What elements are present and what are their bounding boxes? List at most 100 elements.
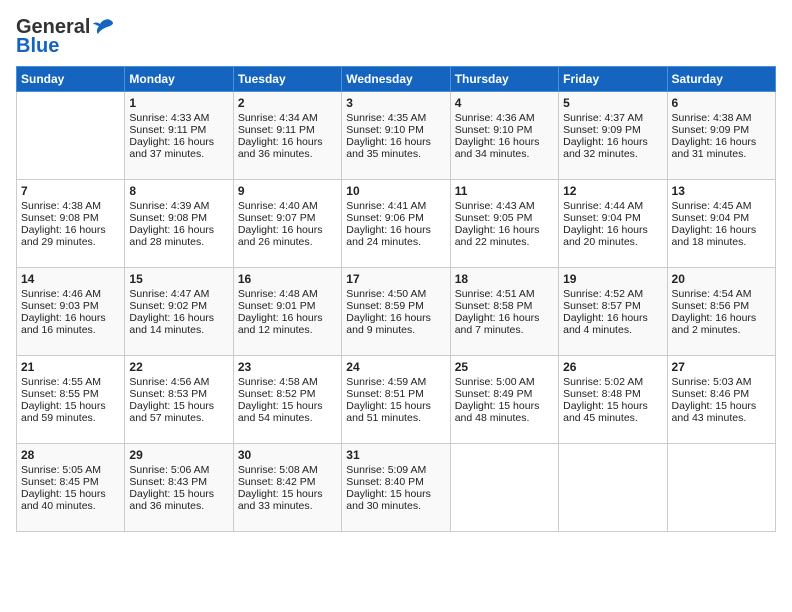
day-number: 6 <box>672 96 771 110</box>
sunrise-text: Sunrise: 4:59 AM <box>346 376 445 388</box>
sunrise-text: Sunrise: 4:43 AM <box>455 200 554 212</box>
sunrise-text: Sunrise: 4:56 AM <box>129 376 228 388</box>
day-number: 25 <box>455 360 554 374</box>
sunset-text: Sunset: 9:01 PM <box>238 300 337 312</box>
day-number: 23 <box>238 360 337 374</box>
sunset-text: Sunset: 9:02 PM <box>129 300 228 312</box>
page-header: General Blue <box>16 16 776 58</box>
sunset-text: Sunset: 9:08 PM <box>21 212 120 224</box>
calendar-cell: 29Sunrise: 5:06 AMSunset: 8:43 PMDayligh… <box>125 444 233 532</box>
calendar-header-row: SundayMondayTuesdayWednesdayThursdayFrid… <box>17 67 776 92</box>
calendar-table: SundayMondayTuesdayWednesdayThursdayFrid… <box>16 66 776 532</box>
day-number: 24 <box>346 360 445 374</box>
day-number: 29 <box>129 448 228 462</box>
daylight-text: Daylight: 16 hours and 37 minutes. <box>129 136 228 160</box>
daylight-text: Daylight: 15 hours and 45 minutes. <box>563 400 662 424</box>
calendar-week-3: 14Sunrise: 4:46 AMSunset: 9:03 PMDayligh… <box>17 268 776 356</box>
sunset-text: Sunset: 9:11 PM <box>129 124 228 136</box>
sunrise-text: Sunrise: 4:41 AM <box>346 200 445 212</box>
daylight-text: Daylight: 16 hours and 26 minutes. <box>238 224 337 248</box>
daylight-text: Daylight: 16 hours and 22 minutes. <box>455 224 554 248</box>
daylight-text: Daylight: 16 hours and 18 minutes. <box>672 224 771 248</box>
sunset-text: Sunset: 9:09 PM <box>563 124 662 136</box>
day-number: 12 <box>563 184 662 198</box>
daylight-text: Daylight: 16 hours and 16 minutes. <box>21 312 120 336</box>
day-number: 14 <box>21 272 120 286</box>
calendar-cell: 24 Sunrise: 4:59 AMSunset: 8:51 PMDayligh… <box>342 356 450 444</box>
day-number: 5 <box>563 96 662 110</box>
day-number: 4 <box>455 96 554 110</box>
daylight-text: Daylight: 15 hours and 43 minutes. <box>672 400 771 424</box>
logo-blue-text: Blue <box>16 35 59 58</box>
sunrise-text: Sunrise: 4:51 AM <box>455 288 554 300</box>
day-number: 8 <box>129 184 228 198</box>
daylight-text: Daylight: 16 hours and 20 minutes. <box>563 224 662 248</box>
day-number: 9 <box>238 184 337 198</box>
calendar-cell: 23Sunrise: 4:58 AMSunset: 8:52 PMDayligh… <box>233 356 341 444</box>
calendar-cell: 27 Sunrise: 5:03 AMSunset: 8:46 PMDayligh… <box>667 356 775 444</box>
daylight-text: Daylight: 15 hours and 48 minutes. <box>455 400 554 424</box>
logo: General Blue <box>16 16 114 58</box>
sunrise-text: Sunrise: 4:38 AM <box>672 112 771 124</box>
calendar-cell: 20Sunrise: 4:54 AMSunset: 8:56 PMDayligh… <box>667 268 775 356</box>
daylight-text: Daylight: 16 hours and 14 minutes. <box>129 312 228 336</box>
calendar-cell <box>17 92 125 180</box>
sunrise-text: Sunrise: 4:40 AM <box>238 200 337 212</box>
day-number: 2 <box>238 96 337 110</box>
sunrise-text: Sunrise: 4:54 AM <box>672 288 771 300</box>
sunset-text: Sunset: 9:11 PM <box>238 124 337 136</box>
daylight-text: Daylight: 15 hours and 51 minutes. <box>346 400 445 424</box>
daylight-text: Daylight: 15 hours and 33 minutes. <box>238 488 337 512</box>
daylight-text: Daylight: 16 hours and 12 minutes. <box>238 312 337 336</box>
sunset-text: Sunset: 8:55 PM <box>21 388 120 400</box>
daylight-text: Daylight: 15 hours and 54 minutes. <box>238 400 337 424</box>
sunrise-text: Sunrise: 4:55 AM <box>21 376 120 388</box>
sunrise-text: Sunrise: 4:39 AM <box>129 200 228 212</box>
calendar-cell: 7Sunrise: 4:38 AMSunset: 9:08 PMDaylight… <box>17 180 125 268</box>
sunrise-text: Sunrise: 5:09 AM <box>346 464 445 476</box>
sunset-text: Sunset: 8:49 PM <box>455 388 554 400</box>
daylight-text: Daylight: 15 hours and 57 minutes. <box>129 400 228 424</box>
calendar-cell: 6Sunrise: 4:38 AMSunset: 9:09 PMDaylight… <box>667 92 775 180</box>
sunrise-text: Sunrise: 5:05 AM <box>21 464 120 476</box>
sunset-text: Sunset: 8:48 PM <box>563 388 662 400</box>
day-number: 11 <box>455 184 554 198</box>
day-number: 13 <box>672 184 771 198</box>
calendar-cell: 9Sunrise: 4:40 AMSunset: 9:07 PMDaylight… <box>233 180 341 268</box>
calendar-cell: 4Sunrise: 4:36 AMSunset: 9:10 PMDaylight… <box>450 92 558 180</box>
daylight-text: Daylight: 16 hours and 34 minutes. <box>455 136 554 160</box>
sunset-text: Sunset: 8:42 PM <box>238 476 337 488</box>
daylight-text: Daylight: 16 hours and 4 minutes. <box>563 312 662 336</box>
calendar-cell <box>450 444 558 532</box>
sunrise-text: Sunrise: 5:03 AM <box>672 376 771 388</box>
sunset-text: Sunset: 8:46 PM <box>672 388 771 400</box>
header-cell-saturday: Saturday <box>667 67 775 92</box>
sunset-text: Sunset: 9:06 PM <box>346 212 445 224</box>
day-number: 26 <box>563 360 662 374</box>
daylight-text: Daylight: 16 hours and 35 minutes. <box>346 136 445 160</box>
day-number: 18 <box>455 272 554 286</box>
calendar-cell: 3Sunrise: 4:35 AMSunset: 9:10 PMDaylight… <box>342 92 450 180</box>
sunset-text: Sunset: 8:58 PM <box>455 300 554 312</box>
sunset-text: Sunset: 9:08 PM <box>129 212 228 224</box>
calendar-cell <box>559 444 667 532</box>
calendar-cell: 15Sunrise: 4:47 AMSunset: 9:02 PMDayligh… <box>125 268 233 356</box>
sunrise-text: Sunrise: 4:44 AM <box>563 200 662 212</box>
header-cell-monday: Monday <box>125 67 233 92</box>
calendar-cell: 21Sunrise: 4:55 AMSunset: 8:55 PMDayligh… <box>17 356 125 444</box>
sunrise-text: Sunrise: 4:46 AM <box>21 288 120 300</box>
calendar-cell: 5Sunrise: 4:37 AMSunset: 9:09 PMDaylight… <box>559 92 667 180</box>
calendar-cell: 25Sunrise: 5:00 AMSunset: 8:49 PMDayligh… <box>450 356 558 444</box>
sunset-text: Sunset: 8:57 PM <box>563 300 662 312</box>
day-number: 1 <box>129 96 228 110</box>
day-number: 7 <box>21 184 120 198</box>
sunrise-text: Sunrise: 5:02 AM <box>563 376 662 388</box>
calendar-cell: 22Sunrise: 4:56 AMSunset: 8:53 PMDayligh… <box>125 356 233 444</box>
daylight-text: Daylight: 16 hours and 28 minutes. <box>129 224 228 248</box>
calendar-cell: 10Sunrise: 4:41 AMSunset: 9:06 PMDayligh… <box>342 180 450 268</box>
day-number: 30 <box>238 448 337 462</box>
daylight-text: Daylight: 16 hours and 24 minutes. <box>346 224 445 248</box>
sunset-text: Sunset: 8:51 PM <box>346 388 445 400</box>
day-number: 27 <box>672 360 771 374</box>
daylight-text: Daylight: 15 hours and 36 minutes. <box>129 488 228 512</box>
